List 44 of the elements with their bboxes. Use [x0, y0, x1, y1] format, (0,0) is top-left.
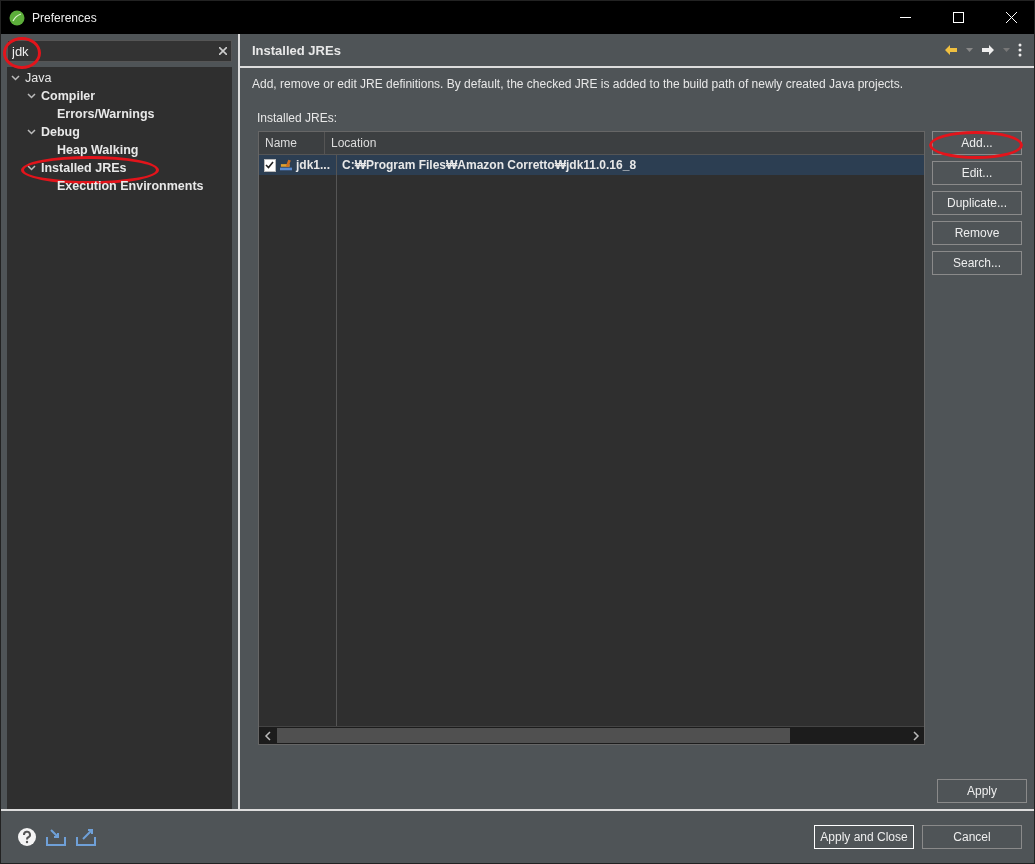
chevron-down-icon[interactable]	[11, 75, 20, 81]
side-button[interactable]: Duplicate...	[932, 191, 1022, 215]
back-arrow-icon[interactable]	[944, 44, 958, 56]
tree-item[interactable]: Installed JREs	[39, 161, 129, 175]
table-label: Installed JREs:	[257, 111, 338, 125]
filter-field[interactable]: jdk	[7, 40, 232, 62]
scroll-right-icon[interactable]	[911, 730, 921, 741]
side-button[interactable]: Edit...	[932, 161, 1022, 185]
library-icon	[279, 159, 292, 171]
tree-item[interactable]: Heap Walking	[55, 143, 141, 157]
tree-item[interactable]: Java	[23, 71, 54, 85]
table-row[interactable]: jdk1... C:₩Program Files₩Amazon Corretto₩jdk11.0.16_8	[259, 155, 924, 175]
column-header[interactable]: Name	[259, 132, 325, 154]
column-header[interactable]: Location	[325, 132, 924, 154]
minimize-icon[interactable]	[899, 17, 911, 18]
checkbox[interactable]	[264, 158, 276, 172]
footer-button[interactable]: Apply and Close	[814, 825, 914, 849]
apply-button[interactable]: Apply	[937, 779, 1027, 803]
chevron-down-icon[interactable]	[27, 129, 36, 135]
tree-item[interactable]: Execution Environments	[55, 179, 206, 193]
window-title: Preferences	[32, 10, 98, 25]
leaf-logo-icon	[9, 9, 25, 26]
table-cell: jdk1...	[296, 158, 330, 172]
maximize-icon[interactable]	[952, 12, 964, 23]
tree-item[interactable]: Debug	[39, 125, 82, 139]
side-button[interactable]: Remove	[932, 221, 1022, 245]
horizontal-scrollbar[interactable]	[259, 726, 924, 744]
more-icon[interactable]	[1018, 43, 1022, 57]
footer-button[interactable]: Cancel	[922, 825, 1022, 849]
tree-item[interactable]: Errors/Warnings	[55, 107, 157, 121]
page-title: Installed JREs	[252, 42, 342, 58]
description-text: Add, remove or edit JRE definitions. By default, the checked JRE is added to the build path of newly created Java projects.	[251, 76, 905, 91]
table-cell: C:₩Program Files₩Amazon Corretto₩jdk11.0.16_8	[342, 158, 637, 172]
import-icon[interactable]	[45, 827, 67, 847]
forward-arrow-icon[interactable]	[981, 44, 995, 56]
chevron-down-icon[interactable]	[27, 93, 36, 99]
chevron-down-icon[interactable]	[27, 165, 36, 171]
export-icon[interactable]	[75, 827, 97, 847]
tree-item[interactable]: Compiler	[39, 89, 98, 103]
clear-icon[interactable]	[219, 47, 227, 55]
scroll-left-icon[interactable]	[263, 730, 273, 741]
side-button[interactable]: Search...	[932, 251, 1022, 275]
help-icon[interactable]	[17, 827, 37, 847]
close-icon[interactable]	[1005, 12, 1017, 23]
